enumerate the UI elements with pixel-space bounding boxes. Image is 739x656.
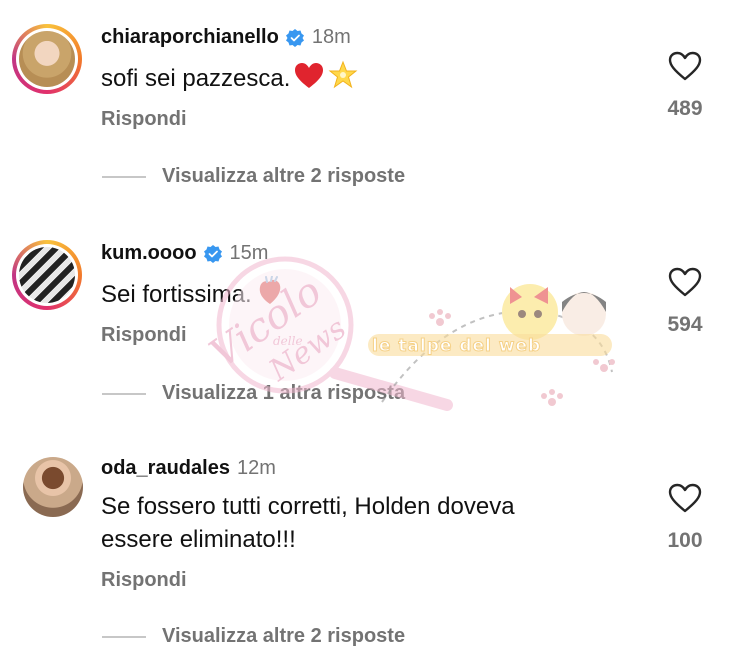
comment-text: Se fossero tutti corretti, Holden doveva… <box>101 490 621 556</box>
red-heart-emoji-icon <box>295 63 324 88</box>
comment-text-row: Sei fortissima. <box>101 276 621 311</box>
like-heart-icon[interactable] <box>668 483 702 513</box>
comment-text-line: essere eliminato!!! <box>101 526 296 553</box>
reply-button[interactable]: Rispondi <box>101 569 187 592</box>
anatomical-heart-emoji-icon <box>259 276 280 304</box>
glowing-star-emoji-icon <box>328 60 358 89</box>
verified-badge-icon <box>285 28 304 47</box>
verified-badge-icon <box>203 244 222 263</box>
comment-time: 18m <box>311 26 351 48</box>
svg-text:News: News <box>262 311 353 389</box>
like-count: 489 <box>667 97 703 120</box>
reply-button[interactable]: Rispondi <box>101 324 187 347</box>
like-heart-icon[interactable] <box>668 51 702 81</box>
view-more-replies[interactable]: Visualizza altre 2 risposte <box>102 625 405 648</box>
avatar-chiaraporchianello[interactable] <box>12 24 82 94</box>
view-more-replies-label[interactable]: Visualizza altre 2 risposte <box>162 165 405 188</box>
view-more-replies[interactable]: Visualizza 1 altra risposta <box>102 382 405 405</box>
replies-divider <box>102 175 146 178</box>
avatar-oda-raudales[interactable] <box>23 457 83 517</box>
view-more-replies-label[interactable]: Visualizza 1 altra risposta <box>162 382 405 405</box>
replies-divider <box>102 635 146 638</box>
comment-time: 15m <box>229 242 269 264</box>
view-more-replies[interactable]: Visualizza altre 2 risposte <box>102 165 405 188</box>
comment-username[interactable]: chiaraporchianello <box>101 26 279 49</box>
like-heart-icon[interactable] <box>668 267 702 297</box>
comment-username[interactable]: kum.oooo <box>101 242 197 265</box>
comment-text-row: sofi sei pazzesca. <box>101 60 621 95</box>
avatar-kum-oooo[interactable] <box>12 240 82 310</box>
like-count: 594 <box>667 313 703 336</box>
comment-text-line: Se fossero tutti corretti, Holden doveva <box>101 493 515 520</box>
replies-divider <box>102 392 146 395</box>
comment-text: sofi sei pazzesca. <box>101 65 291 92</box>
comment-time: 12m <box>236 457 276 479</box>
comment-username[interactable]: oda_raudales <box>101 457 230 480</box>
svg-text:le talpe del web: le talpe del web <box>372 336 541 356</box>
svg-text:delle: delle <box>273 334 303 348</box>
like-count: 100 <box>667 529 703 552</box>
reply-button[interactable]: Rispondi <box>101 108 187 131</box>
view-more-replies-label[interactable]: Visualizza altre 2 risposte <box>162 625 405 648</box>
comment-text: Sei fortissima. <box>101 281 252 308</box>
